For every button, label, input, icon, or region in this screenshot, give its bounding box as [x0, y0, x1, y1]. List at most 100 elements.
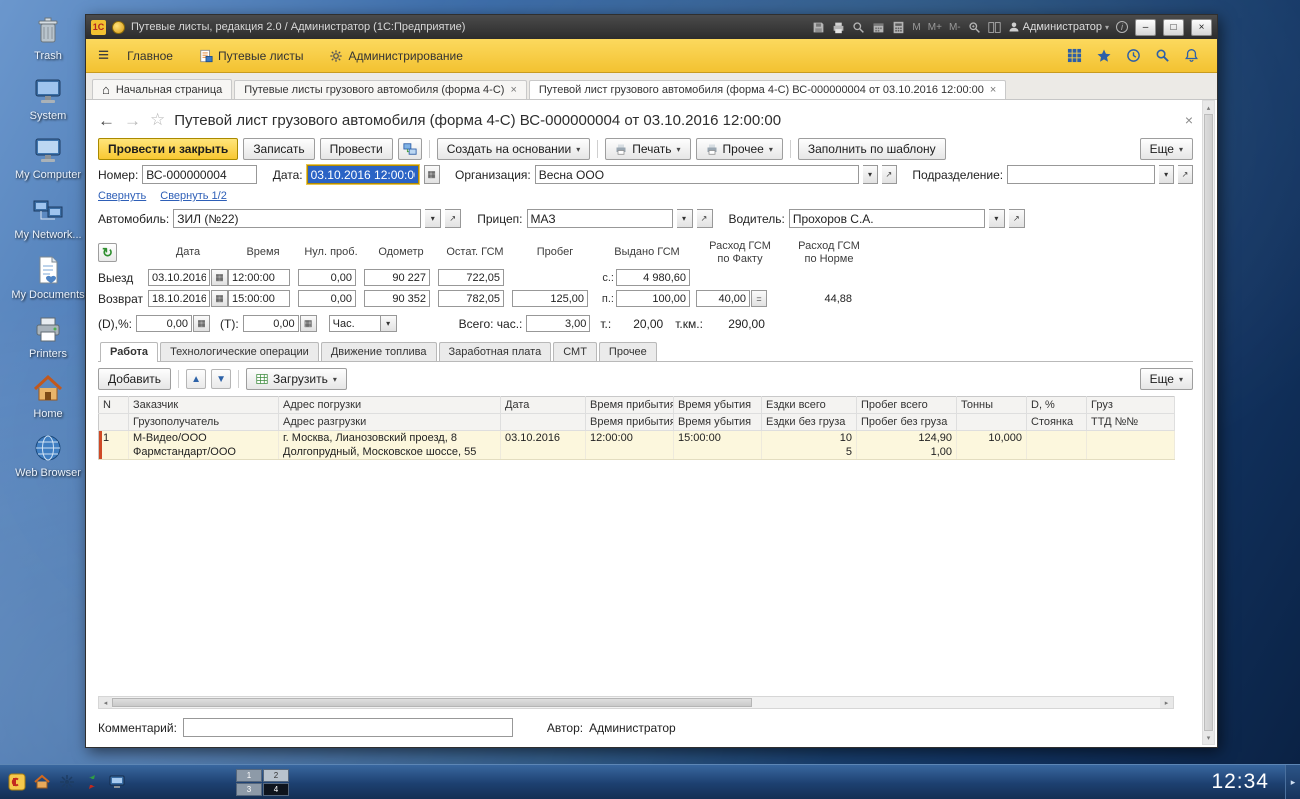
tab-fuel-movement[interactable]: Движение топлива [321, 342, 437, 361]
equals-button[interactable]: = [751, 290, 767, 307]
open-icon[interactable]: ↗ [697, 209, 713, 228]
open-icon[interactable]: ↗ [445, 209, 461, 228]
memory-m-button[interactable]: M [912, 22, 920, 33]
row-number-cell[interactable]: 1 [99, 431, 129, 446]
customer-cell[interactable]: М-Видео/ООО [129, 431, 279, 446]
fuel-issued-received-field[interactable] [616, 290, 690, 307]
departure-date-field[interactable] [148, 269, 210, 286]
ttd-cell[interactable] [1087, 445, 1175, 460]
scroll-up-icon[interactable]: ▴ [1203, 101, 1214, 114]
date-cell[interactable]: 03.10.2016 [501, 431, 586, 446]
find-icon[interactable] [852, 21, 865, 34]
col-trips-total[interactable]: Ездки всего [762, 397, 857, 414]
open-icon[interactable]: ↗ [882, 165, 897, 184]
col-arrival-time[interactable]: Время прибытия [586, 397, 674, 414]
col-cargo[interactable]: Груз [1087, 397, 1175, 414]
parking-cell[interactable] [1027, 445, 1087, 460]
departure-odometer-field[interactable] [364, 269, 430, 286]
return-zero-run-field[interactable] [298, 290, 356, 307]
desktop-icon-my-computer[interactable]: My Computer [8, 133, 88, 182]
trips-total-cell[interactable]: 10 [762, 431, 857, 446]
close-icon[interactable]: × [510, 84, 516, 96]
calendar-icon[interactable]: ▦ [193, 315, 210, 332]
col-run-empty[interactable]: Пробег без груза [857, 414, 957, 431]
taskbar-home-icon[interactable] [33, 773, 51, 791]
calendar-icon[interactable]: ▦ [300, 315, 317, 332]
col-unload-address[interactable]: Адрес разгрузки [279, 414, 501, 431]
scroll-down-icon[interactable]: ▾ [1203, 731, 1214, 744]
move-down-icon[interactable]: ▼ [211, 369, 231, 389]
save-icon[interactable] [812, 21, 825, 34]
refresh-button[interactable]: ↻ [98, 243, 117, 262]
workspace-4[interactable]: 4 [263, 783, 289, 796]
collapse-half-link[interactable]: Свернуть 1/2 [160, 190, 227, 202]
tab-tech-operations[interactable]: Технологические операции [160, 342, 319, 361]
col-n[interactable]: N [99, 397, 129, 414]
chevron-down-icon[interactable]: ▾ [381, 315, 397, 332]
col-customer[interactable]: Заказчик [129, 397, 279, 414]
scroll-right-icon[interactable]: ▸ [1160, 697, 1173, 708]
open-icon[interactable]: ↗ [1178, 165, 1193, 184]
document-structure-icon-button[interactable] [398, 138, 422, 160]
desktop-icon-web-browser[interactable]: Web Browser [8, 431, 88, 480]
current-user-menu[interactable]: Администратор ▾ [1008, 21, 1109, 33]
col-departure-time-2[interactable]: Время убытия [674, 414, 762, 431]
arrival-cell[interactable]: 12:00:00 [586, 431, 674, 446]
consumption-fact-field[interactable] [696, 290, 750, 307]
workspace-1[interactable]: 1 [236, 769, 262, 782]
save-button[interactable]: Записать [243, 138, 314, 160]
minimize-button[interactable]: – [1135, 19, 1156, 36]
number-field[interactable] [142, 165, 257, 184]
table-row[interactable]: 1 М-Видео/ООО г. Москва, Лианозовский пр… [99, 431, 1175, 446]
tab-salary[interactable]: Заработная плата [439, 342, 552, 361]
search-icon[interactable] [1155, 48, 1170, 63]
return-date-field[interactable] [148, 290, 210, 307]
more-actions-button[interactable]: Еще▾ [1140, 138, 1193, 160]
unload-address-cell[interactable]: Долгопрудный, Московское шоссе, 55 [279, 445, 501, 460]
col-departure-time[interactable]: Время убытия [674, 397, 762, 414]
table-more-button[interactable]: Еще▾ [1140, 368, 1193, 390]
workspace-2[interactable]: 2 [263, 769, 289, 782]
tab-other[interactable]: Прочее [599, 342, 657, 361]
scroll-left-icon[interactable]: ◂ [99, 697, 112, 708]
scrollbar-thumb[interactable] [112, 698, 752, 707]
car-field[interactable] [173, 209, 421, 228]
return-odometer-field[interactable] [364, 290, 430, 307]
consignee-cell[interactable]: Фармстандарт/ООО [129, 445, 279, 460]
col-trips-empty[interactable]: Ездки без груза [762, 414, 857, 431]
desktop-icon-system[interactable]: System [8, 74, 88, 123]
trailer-field[interactable] [527, 209, 673, 228]
load-address-cell[interactable]: г. Москва, Лианозовский проезд, 8 [279, 431, 501, 446]
run-empty-cell[interactable]: 1,00 [857, 445, 957, 460]
calendar-icon[interactable]: ▦ [424, 165, 440, 184]
history-clock-icon[interactable] [1126, 48, 1141, 63]
desktop-icon-trash[interactable]: Trash [8, 14, 88, 63]
print-icon[interactable] [832, 21, 845, 34]
info-icon[interactable]: i [1116, 21, 1128, 33]
add-row-button[interactable]: Добавить [98, 368, 171, 390]
departure-zero-run-field[interactable] [298, 269, 356, 286]
chevron-down-icon[interactable]: ▾ [1159, 165, 1174, 184]
date-field[interactable] [307, 165, 419, 184]
division-field[interactable] [1007, 165, 1155, 184]
calendar-icon[interactable]: ▦ [211, 290, 228, 307]
maximize-button[interactable]: □ [1163, 19, 1184, 36]
tab-start-page[interactable]: ⌂ Начальная страница [92, 79, 232, 99]
back-arrow-icon[interactable]: ← [98, 112, 115, 129]
other-menu-button[interactable]: Прочее▾ [696, 138, 783, 160]
taskbar-1c-icon[interactable] [8, 773, 26, 791]
taskbar-network-icon[interactable] [58, 773, 76, 791]
run-field[interactable] [512, 290, 588, 307]
print-menu-button[interactable]: Печать▾ [605, 138, 690, 160]
col-consignee[interactable]: Грузополучатель [129, 414, 279, 431]
close-icon[interactable]: × [990, 84, 996, 96]
col-parking[interactable]: Стоянка [1027, 414, 1087, 431]
t-field[interactable] [243, 315, 299, 332]
post-button[interactable]: Провести [320, 138, 393, 160]
menu-item-administration[interactable]: Администрирование [321, 45, 470, 67]
col-date[interactable]: Дата [501, 397, 586, 414]
notifications-bell-icon[interactable] [1184, 48, 1199, 63]
move-up-icon[interactable]: ▲ [186, 369, 206, 389]
collapse-link[interactable]: Свернуть [98, 190, 146, 202]
favorite-star-icon[interactable]: ☆ [150, 110, 165, 130]
